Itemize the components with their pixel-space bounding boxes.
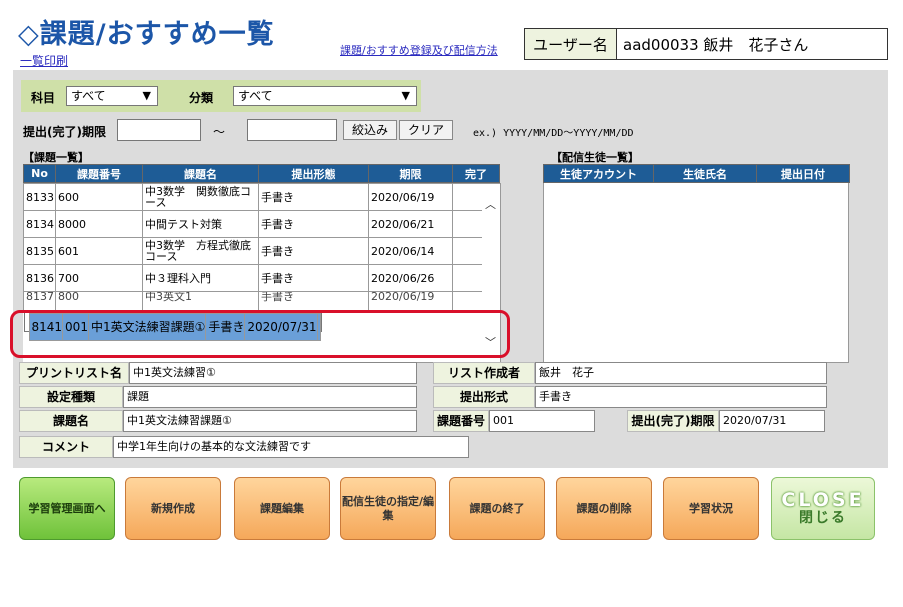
col-header-submit-date: 提出日付	[756, 164, 850, 183]
user-info-box: ユーザー名 aad00033 飯井 花子さん	[524, 28, 888, 60]
deadline-filter-label: 提出(完了)期限	[23, 125, 106, 139]
chevron-down-icon[interactable]: ﹀	[485, 334, 496, 350]
chevron-down-icon: ▼	[401, 89, 410, 102]
assignment-scrollbar[interactable]: ︿ ﹀	[482, 183, 501, 363]
list-author-value: 飯井 花子	[535, 362, 827, 384]
comment-label: コメント	[19, 436, 113, 458]
narrow-button[interactable]: 絞込み	[343, 120, 397, 140]
col-header-form: 提出形態	[258, 164, 369, 183]
col-header-student-account: 生徒アカウント	[543, 164, 654, 183]
submit-form-value[interactable]: 手書き	[535, 386, 827, 408]
chevron-down-icon: ▼	[142, 89, 151, 102]
deadline-label: 提出(完了)期限	[627, 410, 719, 432]
chevron-up-icon[interactable]: ︿	[485, 196, 496, 212]
setting-type-label: 設定種類	[19, 386, 123, 408]
col-header-name: 課題名	[142, 164, 259, 183]
table-row[interactable]: 8136 700 中３理科入門 手書き 2020/06/26	[23, 264, 499, 292]
list-author-label: リスト作成者	[433, 362, 535, 384]
student-table-body[interactable]	[543, 183, 849, 363]
assignment-list-title: 【課題一覧】	[23, 151, 89, 164]
deadline-from-input[interactable]	[117, 119, 201, 141]
finish-task-button[interactable]: 課題の終了	[449, 477, 545, 540]
main-panel: 科目 すべて ▼ 分類 すべて ▼ 提出(完了)期限 ～ 絞込み クリア ex.) …	[13, 70, 888, 468]
print-list-value[interactable]: 中1英文法練習①	[129, 362, 417, 384]
table-row-selected[interactable]: 8141 001 中1英文法練習課題① 手書き 2020/07/31	[23, 312, 322, 341]
task-name-value[interactable]: 中1英文法練習課題①	[123, 410, 417, 432]
col-header-deadline: 期限	[368, 164, 453, 183]
subject-select[interactable]: すべて ▼	[66, 86, 158, 106]
task-name-label: 課題名	[19, 410, 123, 432]
col-header-code: 課題番号	[55, 164, 143, 183]
close-label-ja: 閉じる	[799, 509, 847, 526]
close-button[interactable]: CLOSE 閉じる	[771, 477, 875, 540]
user-value: aad00033 飯井 花子さん	[623, 35, 809, 54]
learning-admin-button[interactable]: 学習管理画面へ	[19, 477, 115, 540]
col-header-done: 完了	[452, 164, 500, 183]
edit-task-button[interactable]: 課題編集	[234, 477, 330, 540]
date-format-hint: ex.) YYYY/MM/DD～YYYY/MM/DD	[473, 128, 634, 139]
task-code-value[interactable]: 001	[489, 410, 595, 432]
user-label: ユーザー名	[525, 29, 617, 59]
print-list-label: プリントリスト名	[19, 362, 129, 384]
assign-students-button[interactable]: 配信生徒の指定/編集	[340, 477, 436, 540]
subject-category-filter: 科目 すべて ▼ 分類 すべて ▼	[21, 80, 421, 112]
category-select[interactable]: すべて ▼	[233, 86, 417, 106]
student-list-title: 【配信生徒一覧】	[551, 151, 639, 164]
comment-value[interactable]: 中学1年生向けの基本的な文法練習です	[113, 436, 469, 458]
task-code-label: 課題番号	[433, 410, 489, 432]
assignment-table-body[interactable]: 8133 600 中3数学 関数徹底コース 手書き 2020/06/19 813…	[23, 183, 499, 363]
new-button[interactable]: 新規作成	[125, 477, 221, 540]
table-row[interactable]: 8133 600 中3数学 関数徹底コース 手書き 2020/06/19	[23, 183, 499, 211]
subject-label: 科目	[31, 91, 56, 105]
clear-button[interactable]: クリア	[399, 120, 453, 140]
setting-type-value[interactable]: 課題	[123, 386, 417, 408]
learning-status-button[interactable]: 学習状況	[663, 477, 759, 540]
deadline-separator: ～	[213, 125, 226, 139]
registration-method-link[interactable]: 課題/おすすめ登録及び配信方法	[340, 42, 498, 58]
category-label: 分類	[189, 91, 214, 105]
delete-task-button[interactable]: 課題の削除	[556, 477, 652, 540]
page-title: ◇課題/おすすめ一覧	[18, 19, 275, 50]
close-label-en: CLOSE	[781, 488, 865, 511]
student-table: 生徒アカウント 生徒氏名 提出日付	[543, 164, 850, 183]
deadline-to-input[interactable]	[247, 119, 337, 141]
print-list-link[interactable]: 一覧印刷	[20, 52, 68, 69]
table-row[interactable]: 8135 601 中3数学 方程式徹底コース 手書き 2020/06/14	[23, 237, 499, 265]
col-header-no: No	[23, 164, 56, 183]
table-row[interactable]: 8134 8000 中間テスト対策 手書き 2020/06/21	[23, 210, 499, 238]
col-header-student-name: 生徒氏名	[653, 164, 757, 183]
submit-form-label: 提出形式	[433, 386, 535, 408]
deadline-value[interactable]: 2020/07/31	[719, 410, 825, 432]
assignment-table: No 課題番号 課題名 提出形態 期限 完了	[23, 164, 500, 183]
table-row[interactable]: 8137 800 中3英文1 手書き 2020/06/19	[23, 291, 499, 312]
